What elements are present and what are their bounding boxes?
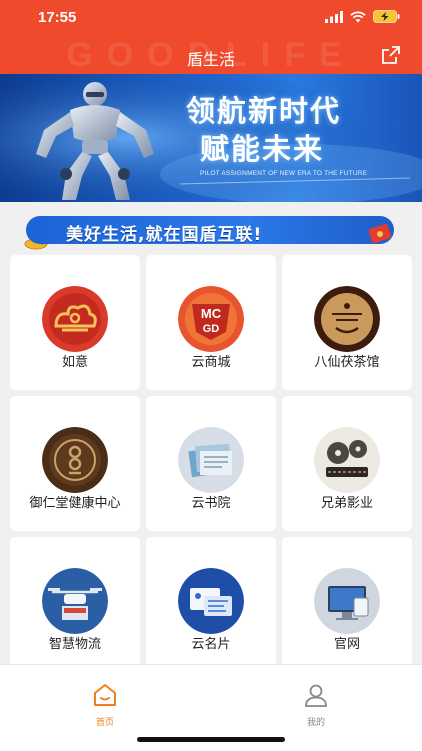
promo-banner[interactable]: 领航新时代 赋能未来 PILOT ASSIGNMENT OF NEW ERA T… xyxy=(0,74,422,202)
grid-item-label: 八仙茯茶馆 xyxy=(314,355,380,370)
grid-item-label: 云书院 xyxy=(191,496,231,511)
slogan-text: 美好生活,就在国盾互联! xyxy=(66,225,263,245)
svg-text:GD: GD xyxy=(203,323,220,335)
page-title: 盾生活 xyxy=(186,50,235,69)
grid-item-tea-house[interactable]: 八仙茯茶馆 xyxy=(282,255,412,390)
grid-item-cloud-card[interactable]: 云名片 xyxy=(146,537,276,672)
grid-item-smart-logistics[interactable]: 智慧物流 xyxy=(10,537,140,672)
grid-item-ruyi[interactable]: 如意 xyxy=(10,255,140,390)
grid-item-cloud-mall[interactable]: MC GD 云商城 xyxy=(146,255,276,390)
tab-home[interactable]: 首页 xyxy=(75,683,135,728)
share-icon[interactable] xyxy=(380,44,402,66)
battery-icon xyxy=(373,10,400,23)
status-icons xyxy=(325,10,400,23)
grid-item-health-center[interactable]: 御仁堂健康中心 xyxy=(10,396,140,531)
film-reel-icon xyxy=(314,427,380,493)
mall-logo-icon: MC GD xyxy=(178,286,244,352)
slogan-ribbon: 美好生活,就在国盾互联! xyxy=(26,216,394,245)
tea-house-icon xyxy=(314,286,380,352)
ruyi-cloud-icon xyxy=(42,286,108,352)
grid-item-label: 御仁堂健康中心 xyxy=(29,496,121,511)
svg-text:MC: MC xyxy=(201,306,222,321)
red-envelope-icon xyxy=(368,223,392,244)
grid-item-label: 智慧物流 xyxy=(48,637,101,652)
health-center-icon xyxy=(42,427,108,493)
nav-bar: GOODLIFE 盾生活 xyxy=(0,36,422,74)
books-icon xyxy=(178,427,244,493)
banner-headline-2: 赋能未来 xyxy=(200,132,325,166)
status-time: 17:55 xyxy=(38,9,77,26)
grid-item-official-website[interactable]: 官网 xyxy=(282,537,412,672)
signal-icon xyxy=(325,10,343,23)
home-indicator xyxy=(137,737,285,742)
banner-subtitle: PILOT ASSIGNMENT OF NEW ERA TO THE FUTUR… xyxy=(200,170,368,177)
grid-item-cloud-academy[interactable]: 云书院 xyxy=(146,396,276,531)
drone-icon xyxy=(42,568,108,634)
status-bar: 17:55 xyxy=(0,0,422,36)
tab-home-label: 首页 xyxy=(95,718,114,728)
grid-item-label: 云名片 xyxy=(191,637,231,652)
grid-item-label: 兄弟影业 xyxy=(320,496,373,511)
tab-mine[interactable]: 我的 xyxy=(286,683,346,728)
business-card-icon xyxy=(178,568,244,634)
grid-item-brothers-films[interactable]: 兄弟影业 xyxy=(282,396,412,531)
grid-item-label: 云商城 xyxy=(191,355,231,370)
banner-headline-1: 领航新时代 xyxy=(186,94,342,128)
grid-item-label: 如意 xyxy=(61,355,88,370)
user-icon xyxy=(305,684,327,707)
tab-mine-label: 我的 xyxy=(306,718,325,728)
grid-item-label: 官网 xyxy=(333,637,360,652)
wifi-icon xyxy=(350,10,366,22)
home-icon xyxy=(94,684,116,706)
website-icon xyxy=(314,568,380,634)
